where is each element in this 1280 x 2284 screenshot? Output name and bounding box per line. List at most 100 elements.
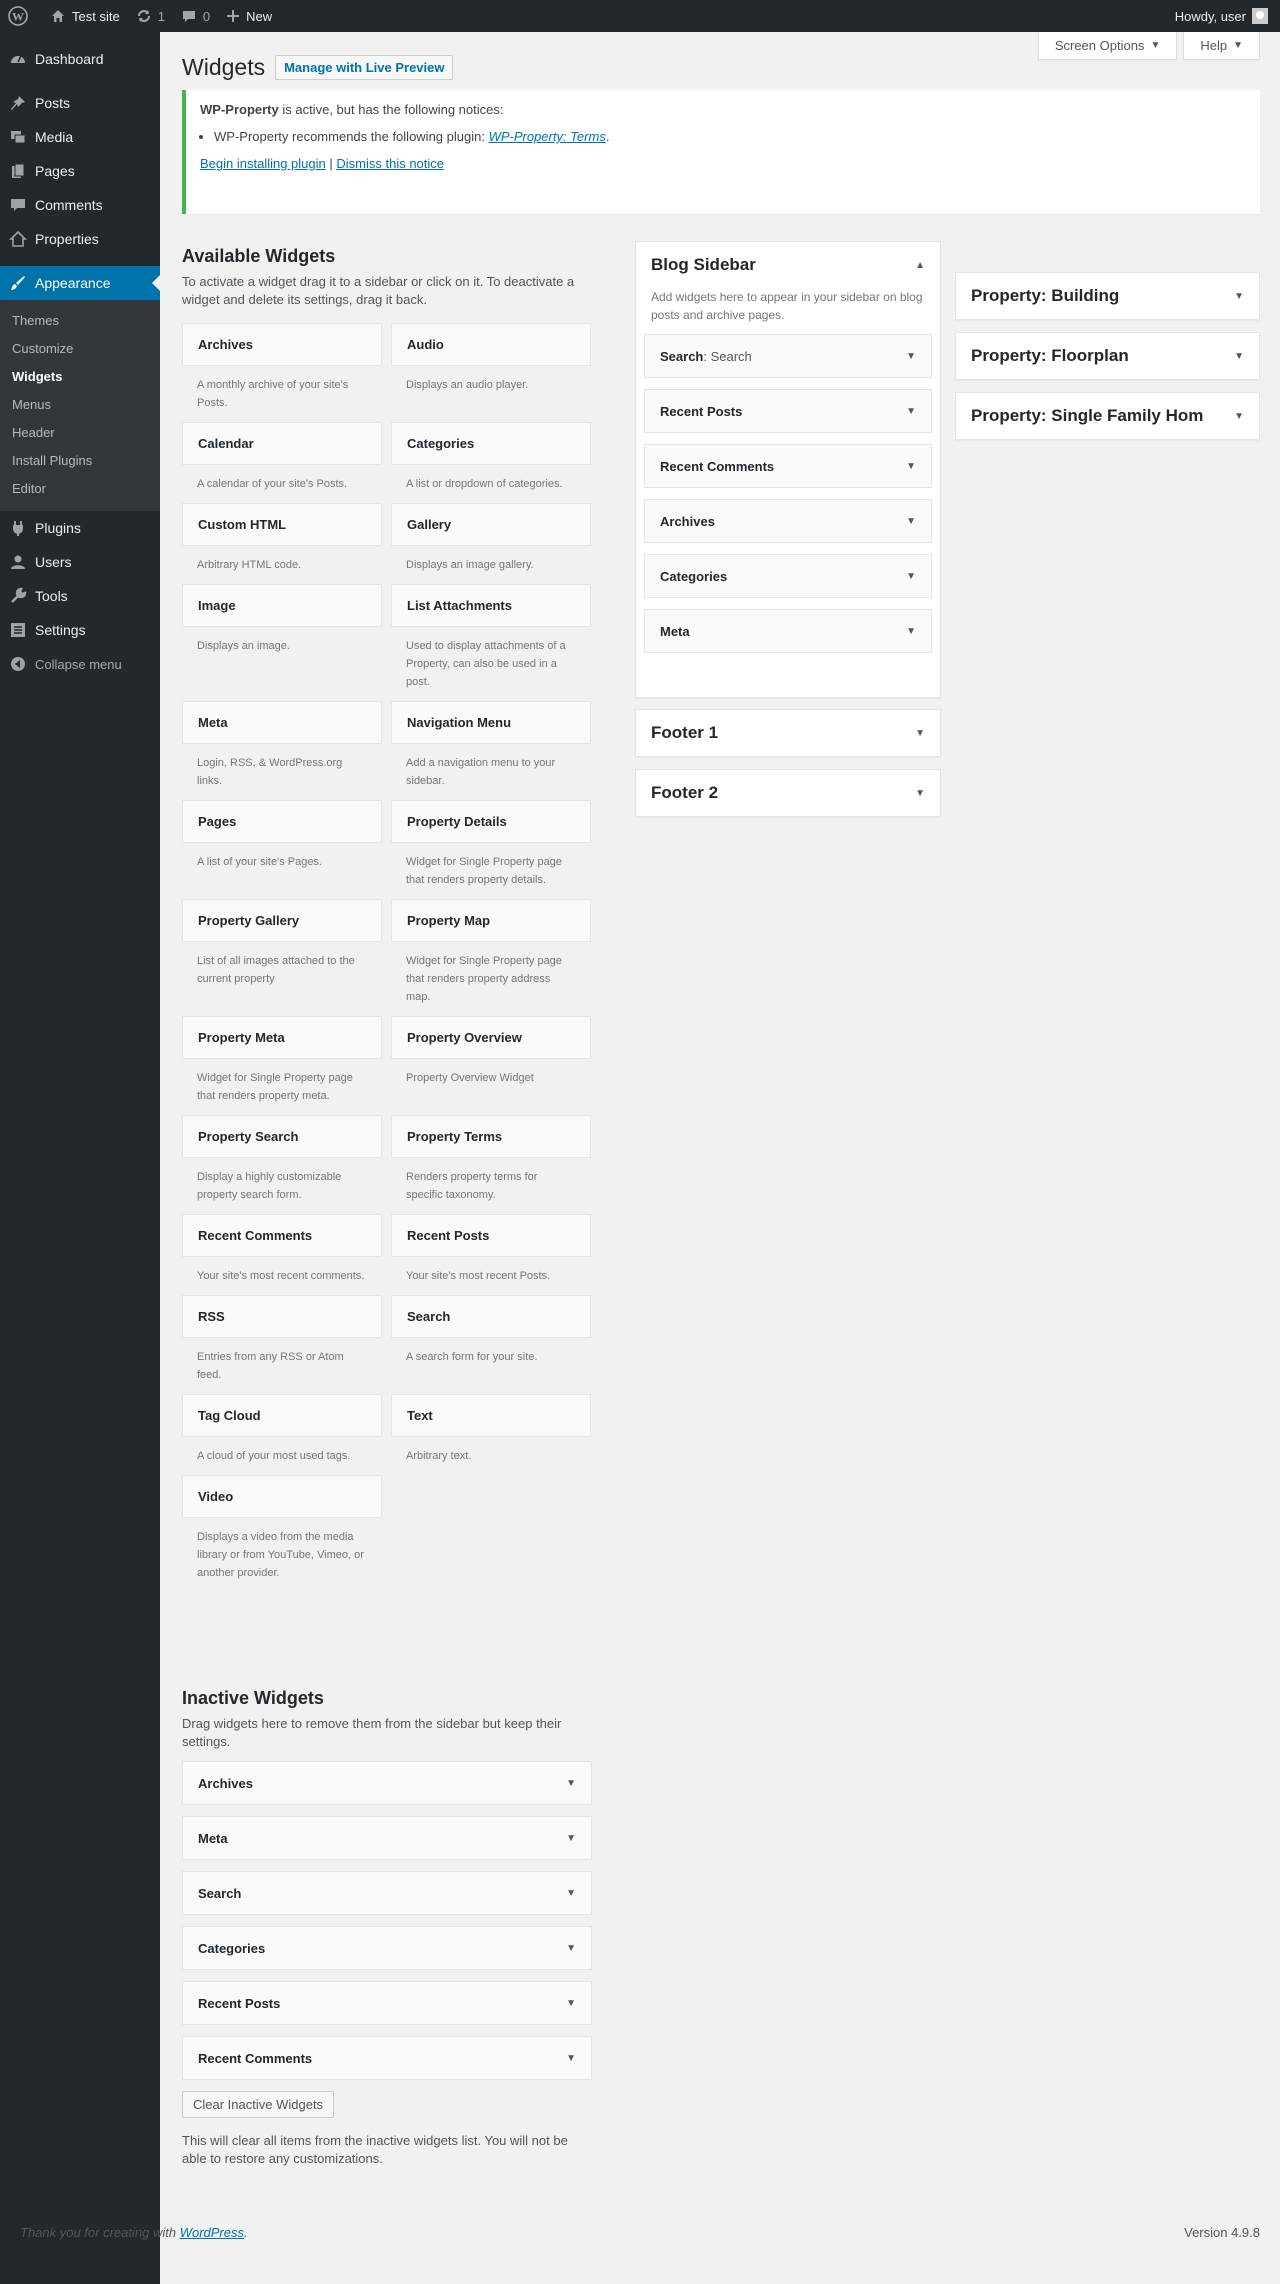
- available-widget[interactable]: Audio Displays an audio player.: [391, 323, 591, 422]
- menu-pages[interactable]: Pages: [0, 154, 160, 188]
- available-widget[interactable]: Property Search Display a highly customiz…: [182, 1115, 382, 1214]
- widget-title[interactable]: Categories: [391, 422, 591, 465]
- widget-title[interactable]: Property Gallery: [182, 899, 382, 942]
- available-widget[interactable]: List Attachments Used to display attachme…: [391, 584, 591, 701]
- available-widget[interactable]: Recent Posts Your site's most recent Post…: [391, 1214, 591, 1295]
- available-widget[interactable]: Pages A list of your site's Pages.: [182, 800, 382, 899]
- property-building-sidebar[interactable]: Property: Building ▼: [955, 272, 1260, 320]
- my-account[interactable]: Howdy, user: [1175, 8, 1280, 24]
- widget-title[interactable]: Property Search: [182, 1115, 382, 1158]
- widget-title[interactable]: List Attachments: [391, 584, 591, 627]
- dismiss-notice-link[interactable]: Dismiss this notice: [336, 156, 444, 171]
- menu-appearance[interactable]: Appearance: [0, 266, 160, 300]
- widget-title[interactable]: Search: [391, 1295, 591, 1338]
- available-widget[interactable]: Property Details Widget for Single Proper…: [391, 800, 591, 899]
- sidebar-widget[interactable]: Meta ▼: [644, 609, 932, 653]
- available-widget[interactable]: Text Arbitrary text.: [391, 1394, 591, 1475]
- available-widget[interactable]: Video Displays a video from the media lib…: [182, 1475, 382, 1592]
- available-widget[interactable]: Image Displays an image.: [182, 584, 382, 701]
- widget-title[interactable]: Audio: [391, 323, 591, 366]
- blog-sidebar-header[interactable]: Blog Sidebar ▲: [636, 242, 940, 288]
- widget-title[interactable]: Custom HTML: [182, 503, 382, 546]
- property-single-family-sidebar[interactable]: Property: Single Family Hom ▼: [955, 392, 1260, 440]
- updates-link[interactable]: 1: [128, 0, 173, 32]
- widget-title[interactable]: Property Details: [391, 800, 591, 843]
- wordpress-link[interactable]: WordPress: [180, 2225, 244, 2240]
- submenu-themes[interactable]: Themes: [0, 307, 160, 335]
- property-floorplan-sidebar[interactable]: Property: Floorplan ▼: [955, 332, 1260, 380]
- menu-comments[interactable]: Comments: [0, 188, 160, 222]
- available-widget[interactable]: Search A search form for your site.: [391, 1295, 591, 1394]
- inactive-widget[interactable]: Recent Posts ▼: [182, 1981, 592, 2025]
- inactive-widget[interactable]: Categories ▼: [182, 1926, 592, 1970]
- available-widget[interactable]: Custom HTML Arbitrary HTML code.: [182, 503, 382, 584]
- menu-posts[interactable]: Posts: [0, 86, 160, 120]
- menu-properties[interactable]: Properties: [0, 222, 160, 256]
- available-widget[interactable]: Meta Login, RSS, & WordPress.org links.: [182, 701, 382, 800]
- available-widget[interactable]: Property Map Widget for Single Property p…: [391, 899, 591, 1016]
- available-widget[interactable]: Archives A monthly archive of your site's…: [182, 323, 382, 422]
- available-widget[interactable]: Recent Comments Your site's most recent c…: [182, 1214, 382, 1295]
- inactive-widget[interactable]: Archives ▼: [182, 1761, 592, 1805]
- widget-title[interactable]: Navigation Menu: [391, 701, 591, 744]
- widget-title[interactable]: Property Meta: [182, 1016, 382, 1059]
- widget-title[interactable]: Property Map: [391, 899, 591, 942]
- help-button[interactable]: Help ▼: [1183, 32, 1260, 60]
- submenu-menus[interactable]: Menus: [0, 391, 160, 419]
- footer-1-sidebar[interactable]: Footer 1 ▼: [635, 709, 941, 757]
- widget-title[interactable]: Tag Cloud: [182, 1394, 382, 1437]
- available-widget[interactable]: Property Overview Property Overview Widge…: [391, 1016, 591, 1115]
- available-widget[interactable]: Tag Cloud A cloud of your most used tags.: [182, 1394, 382, 1475]
- inactive-widget[interactable]: Meta ▼: [182, 1816, 592, 1860]
- submenu-install-plugins[interactable]: Install Plugins: [0, 447, 160, 475]
- wordpress-logo-icon[interactable]: W: [0, 0, 42, 32]
- menu-plugins[interactable]: Plugins: [0, 511, 160, 545]
- available-widget[interactable]: Gallery Displays an image gallery.: [391, 503, 591, 584]
- available-widget[interactable]: Navigation Menu Add a navigation menu to …: [391, 701, 591, 800]
- submenu-editor[interactable]: Editor: [0, 475, 160, 503]
- available-widget[interactable]: RSS Entries from any RSS or Atom feed.: [182, 1295, 382, 1394]
- new-content-link[interactable]: New: [218, 0, 280, 32]
- menu-collapse[interactable]: Collapse menu: [0, 647, 160, 681]
- widget-title[interactable]: Recent Posts: [391, 1214, 591, 1257]
- available-widget[interactable]: Calendar A calendar of your site's Posts.: [182, 422, 382, 503]
- menu-settings[interactable]: Settings: [0, 613, 160, 647]
- inactive-widget[interactable]: Recent Comments ▼: [182, 2036, 592, 2080]
- widget-title[interactable]: Text: [391, 1394, 591, 1437]
- widget-title[interactable]: Calendar: [182, 422, 382, 465]
- screen-options-button[interactable]: Screen Options ▼: [1037, 32, 1178, 60]
- submenu-widgets[interactable]: Widgets: [0, 363, 160, 391]
- widget-title[interactable]: Pages: [182, 800, 382, 843]
- available-widget[interactable]: Property Meta Widget for Single Property …: [182, 1016, 382, 1115]
- inactive-widget[interactable]: Search ▼: [182, 1871, 592, 1915]
- menu-dashboard[interactable]: Dashboard: [0, 42, 160, 76]
- widget-title[interactable]: Recent Comments: [182, 1214, 382, 1257]
- sidebar-widget[interactable]: Archives ▼: [644, 499, 932, 543]
- menu-tools[interactable]: Tools: [0, 579, 160, 613]
- widget-title[interactable]: Meta: [182, 701, 382, 744]
- widget-title[interactable]: Archives: [182, 323, 382, 366]
- available-widget[interactable]: Categories A list or dropdown of categori…: [391, 422, 591, 503]
- menu-users[interactable]: Users: [0, 545, 160, 579]
- menu-media[interactable]: Media: [0, 120, 160, 154]
- widget-title[interactable]: RSS: [182, 1295, 382, 1338]
- widget-title[interactable]: Property Overview: [391, 1016, 591, 1059]
- submenu-customize[interactable]: Customize: [0, 335, 160, 363]
- clear-inactive-button[interactable]: Clear Inactive Widgets: [182, 2091, 335, 2118]
- sidebar-widget[interactable]: Categories ▼: [644, 554, 932, 598]
- comments-link[interactable]: 0: [173, 0, 218, 32]
- sidebar-widget[interactable]: Search: Search ▼: [644, 334, 932, 378]
- widget-title[interactable]: Video: [182, 1475, 382, 1518]
- sidebar-widget[interactable]: Recent Comments ▼: [644, 444, 932, 488]
- available-widget[interactable]: Property Gallery List of all images attac…: [182, 899, 382, 1016]
- recommended-plugin-link[interactable]: WP-Property: Terms: [489, 129, 606, 144]
- sidebar-widget[interactable]: Recent Posts ▼: [644, 389, 932, 433]
- widget-title[interactable]: Gallery: [391, 503, 591, 546]
- submenu-header[interactable]: Header: [0, 419, 160, 447]
- footer-2-sidebar[interactable]: Footer 2 ▼: [635, 769, 941, 817]
- live-preview-button[interactable]: Manage with Live Preview: [275, 55, 454, 80]
- widget-title[interactable]: Image: [182, 584, 382, 627]
- site-name-link[interactable]: Test site: [42, 0, 128, 32]
- widget-title[interactable]: Property Terms: [391, 1115, 591, 1158]
- available-widget[interactable]: Property Terms Renders property terms for…: [391, 1115, 591, 1214]
